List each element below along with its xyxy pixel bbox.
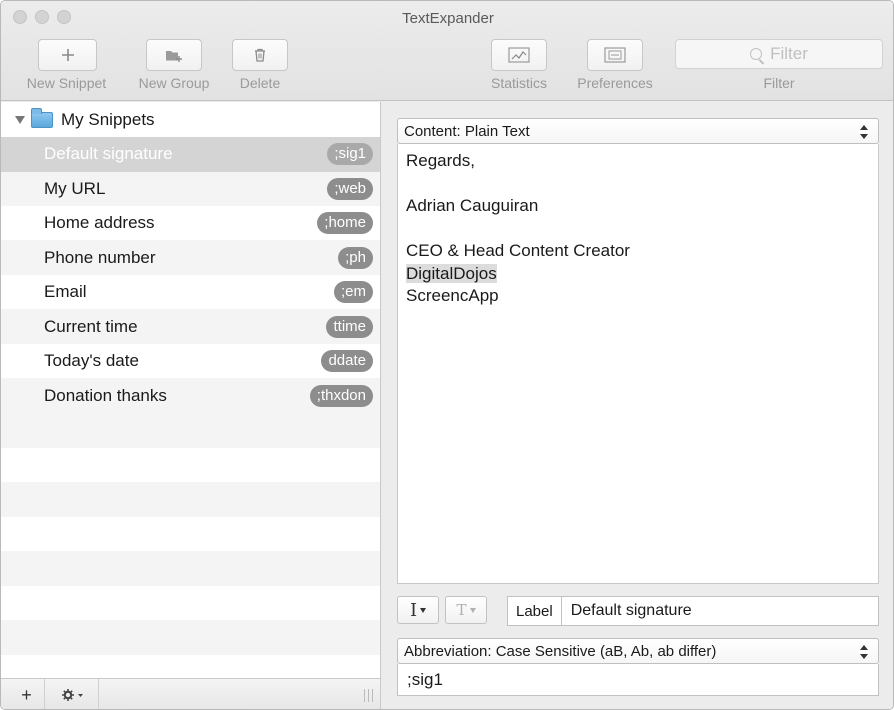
content-type-value: Content: Plain Text (404, 122, 530, 140)
abbreviation-badge: ;thxdon (309, 384, 373, 407)
new-group-button[interactable] (146, 39, 202, 71)
content-line: Regards, (406, 151, 475, 170)
text-format-icon: T (456, 601, 467, 619)
label-input[interactable]: Default signature (562, 602, 692, 620)
add-button[interactable]: + (9, 679, 45, 709)
snippet-list: My Snippets Default signature ;sig1 My U… (1, 102, 381, 709)
snippet-row-donation-thanks[interactable]: Donation thanks ;thxdon (1, 378, 380, 413)
snippet-label: Home address (44, 213, 155, 233)
content-type-popup[interactable]: Content: Plain Text (397, 118, 879, 144)
popup-arrows-icon (860, 125, 868, 139)
preferences-button[interactable] (587, 39, 643, 71)
snippet-label: Today's date (44, 351, 139, 371)
insert-menu-button[interactable]: I (397, 596, 439, 624)
abbreviation-badge: ;web (327, 177, 373, 200)
abbreviation-badge: ;sig1 (327, 143, 373, 166)
snippet-editor: Content: Plain Text Regards, Adrian Caug… (382, 102, 893, 709)
disclosure-triangle-icon[interactable] (15, 116, 25, 124)
plus-icon (61, 49, 74, 61)
delete-label: Delete (239, 75, 281, 91)
action-menu-button[interactable] (47, 679, 99, 709)
list-stripe (1, 482, 380, 517)
textexpander-window: TextExpander New Snippet New Group Delet… (0, 0, 894, 710)
snippet-row-phone-number[interactable]: Phone number ;ph (1, 240, 380, 275)
format-menu-button[interactable]: T (445, 596, 487, 624)
abbreviation-badge: ddate (321, 350, 373, 373)
folder-plus-icon (166, 51, 182, 62)
abbreviation-badge: ;home (317, 212, 373, 235)
filter-label: Filter (763, 75, 795, 91)
label-field[interactable]: Label Default signature (507, 596, 879, 626)
label-tag: Label (508, 597, 562, 625)
delete-button[interactable] (232, 39, 288, 71)
new-snippet-button[interactable] (38, 39, 97, 71)
snippet-label: Current time (44, 316, 138, 336)
snippet-row-current-time[interactable]: Current time ttime (1, 309, 380, 344)
content-line (406, 218, 870, 241)
snippet-label: Default signature (44, 144, 173, 164)
chevron-down-icon (469, 607, 476, 613)
new-snippet-label: New Snippet (26, 75, 107, 91)
chart-icon (508, 47, 530, 63)
snippet-row-default-signature[interactable]: Default signature ;sig1 (1, 137, 380, 172)
preferences-label: Preferences (577, 75, 653, 91)
list-stripe (1, 551, 380, 586)
statistics-label: Statistics (490, 75, 547, 91)
new-group-label: New Group (138, 75, 210, 91)
snippet-content-editor[interactable]: Regards, Adrian Cauguiran CEO & Head Con… (397, 144, 879, 584)
abbreviation-badge: ;em (333, 281, 373, 304)
preferences-icon (604, 47, 626, 63)
list-stripe (1, 413, 380, 448)
search-icon (750, 48, 763, 60)
text-cursor-icon: I (409, 599, 418, 621)
snippet-label: Phone number (44, 247, 156, 267)
gear-icon (61, 689, 83, 701)
snippet-label: Donation thanks (44, 385, 167, 405)
content-line: Adrian Cauguiran (406, 196, 539, 215)
content-line (406, 173, 870, 196)
abbreviation-input[interactable]: ;sig1 (397, 664, 879, 696)
abbreviation-badge: ;ph (338, 246, 373, 269)
selected-text: DigitalDojos (406, 263, 497, 283)
snippet-row-todays-date[interactable]: Today's date ddate (1, 344, 380, 379)
pane-resize-handle[interactable] (364, 689, 373, 702)
group-my-snippets[interactable]: My Snippets (1, 102, 380, 138)
filter-placeholder: Filter (770, 44, 808, 63)
content-line: ScreencApp (406, 286, 499, 305)
snippet-label: My URL (44, 178, 106, 198)
filter-search-field[interactable]: Filter (675, 39, 883, 69)
group-name: My Snippets (61, 110, 155, 129)
popup-arrows-icon (860, 645, 868, 659)
folder-icon (31, 108, 53, 128)
abbreviation-mode-value: Abbreviation: Case Sensitive (aB, Ab, ab… (404, 642, 717, 660)
toolbar: TextExpander New Snippet New Group Delet… (1, 1, 893, 101)
window-title: TextExpander (402, 10, 494, 27)
abbreviation-mode-popup[interactable]: Abbreviation: Case Sensitive (aB, Ab, ab… (397, 638, 879, 664)
snippet-row-home-address[interactable]: Home address ;home (1, 206, 380, 241)
snippet-row-my-url[interactable]: My URL ;web (1, 171, 380, 206)
list-stripe (1, 620, 380, 655)
statistics-button[interactable] (491, 39, 547, 71)
snippet-label: Email (44, 282, 87, 302)
abbreviation-badge: ttime (326, 315, 373, 338)
snippet-row-email[interactable]: Email ;em (1, 275, 380, 310)
list-footer-bar: + (1, 678, 380, 709)
content-line: CEO & Head Content Creator (406, 241, 630, 260)
chevron-down-icon (420, 607, 427, 613)
trash-icon (255, 48, 265, 62)
